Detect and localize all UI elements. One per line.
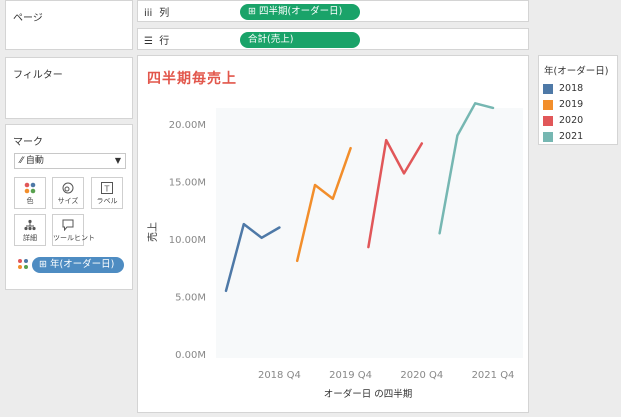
tableau-workspace: ページ フィルター マーク ⁄⁄ 自動 ▼ 色 サイズ T ラベル 詳細 ツール…	[0, 0, 621, 417]
filters-card[interactable]: フィルター	[5, 57, 133, 119]
rows-shelf-label: 行	[159, 36, 170, 47]
line-chart: 0.00M 5.00M 10.00M 15.00M 20.00M 売上 2018 Q4 201…	[146, 102, 523, 400]
rows-icon: ☰	[144, 36, 153, 47]
color-legend: 年(オーダー日) 2018 2019 2020 2021	[538, 55, 618, 145]
detail-button-label: 詳細	[23, 234, 37, 242]
columns-shelf-label: 列	[159, 8, 170, 19]
color-dots-icon	[15, 180, 45, 196]
legend-label: 2018	[559, 83, 584, 94]
size-button[interactable]: サイズ	[52, 177, 84, 209]
legend-swatch	[543, 132, 553, 142]
color-encoding-icon	[18, 259, 30, 271]
size-icon	[53, 180, 83, 196]
y-tick-label: 5.00M	[175, 293, 206, 304]
legend-label: 2020	[559, 115, 584, 126]
columns-pill[interactable]: ⊞ 四半期(オーダー日)	[240, 4, 360, 20]
marks-card-title: マーク	[13, 137, 43, 148]
legend-swatch	[543, 100, 553, 110]
mark-type-dropdown[interactable]: ⁄⁄ 自動 ▼	[14, 153, 126, 169]
label-button[interactable]: T ラベル	[91, 177, 123, 209]
svg-text:T: T	[104, 185, 110, 194]
chevron-down-icon: ▼	[114, 156, 121, 165]
label-button-label: ラベル	[96, 197, 118, 205]
columns-shelf[interactable]: iii 列 ⊞ 四半期(オーダー日)	[137, 0, 529, 22]
color-field-pill[interactable]: ⊞ 年(オーダー日)	[32, 257, 124, 273]
x-axis-label: オーダー日 の四半期	[324, 388, 413, 400]
tooltip-icon	[53, 217, 83, 233]
rows-shelf-label-wrap: ☰ 行	[144, 32, 169, 47]
y-tick-label: 10.00M	[169, 235, 206, 246]
marks-card: マーク ⁄⁄ 自動 ▼ 色 サイズ T ラベル 詳細 ツールヒント ⊞ 年(オー…	[5, 124, 133, 290]
tooltip-button-label: ツールヒント	[53, 234, 95, 242]
line-mark-icon: ⁄⁄	[20, 156, 24, 166]
x-tick-label: 2021 Q4	[472, 370, 515, 381]
legend-swatch	[543, 84, 553, 94]
y-axis-label: 売上	[146, 222, 159, 242]
columns-shelf-label-wrap: iii 列	[144, 4, 169, 19]
columns-icon: iii	[144, 8, 153, 19]
tooltip-button[interactable]: ツールヒント	[52, 214, 95, 246]
color-button[interactable]: 色	[14, 177, 46, 209]
y-tick-label: 15.00M	[169, 178, 206, 189]
color-button-label: 色	[26, 197, 34, 205]
pages-card[interactable]: ページ	[5, 0, 133, 50]
detail-icon	[15, 217, 45, 233]
chart-pane[interactable]: 四半期毎売上 0.00M 5.00M 10.00M 15.00M 20.00M 売上 201…	[137, 55, 529, 413]
y-tick-label: 20.00M	[169, 120, 206, 131]
legend-label: 2019	[559, 99, 584, 110]
x-tick-label: 2018 Q4	[258, 370, 301, 381]
rows-shelf[interactable]: ☰ 行 合計(売上)	[137, 28, 529, 50]
filters-card-title: フィルター	[13, 70, 63, 81]
y-tick-label: 0.00M	[175, 350, 206, 361]
detail-button[interactable]: 詳細	[14, 214, 46, 246]
pages-card-title: ページ	[13, 13, 43, 24]
legend-label: 2021	[559, 131, 584, 142]
label-icon: T	[92, 180, 122, 196]
x-tick-label: 2019 Q4	[329, 370, 372, 381]
legend-swatch	[543, 116, 553, 126]
size-button-label: サイズ	[57, 197, 79, 205]
legend-title: 年(オーダー日)	[544, 66, 609, 77]
x-tick-label: 2020 Q4	[400, 370, 443, 381]
mark-type-value: 自動	[25, 156, 44, 166]
rows-pill[interactable]: 合計(売上)	[240, 32, 360, 48]
